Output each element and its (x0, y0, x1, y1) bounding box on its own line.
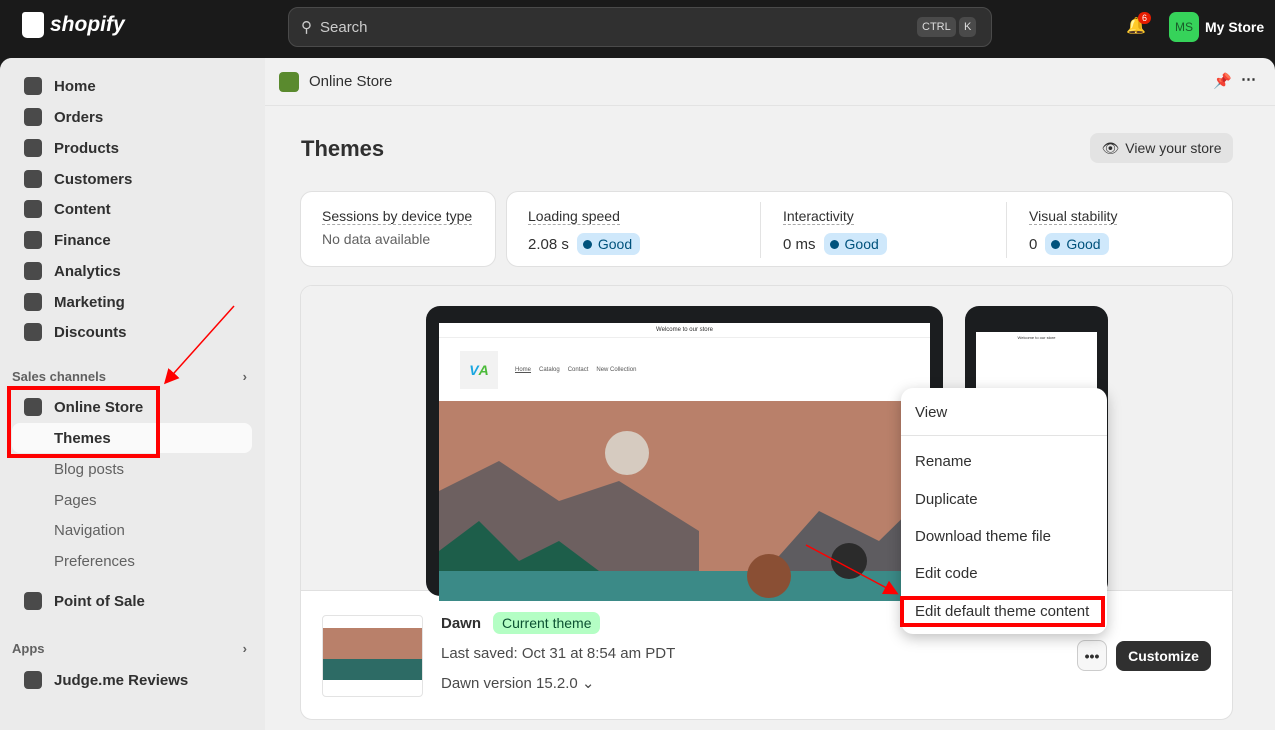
annotation-arrow (163, 305, 235, 385)
annotation-arrow (805, 544, 899, 595)
annotation-arrows (163, 305, 899, 595)
